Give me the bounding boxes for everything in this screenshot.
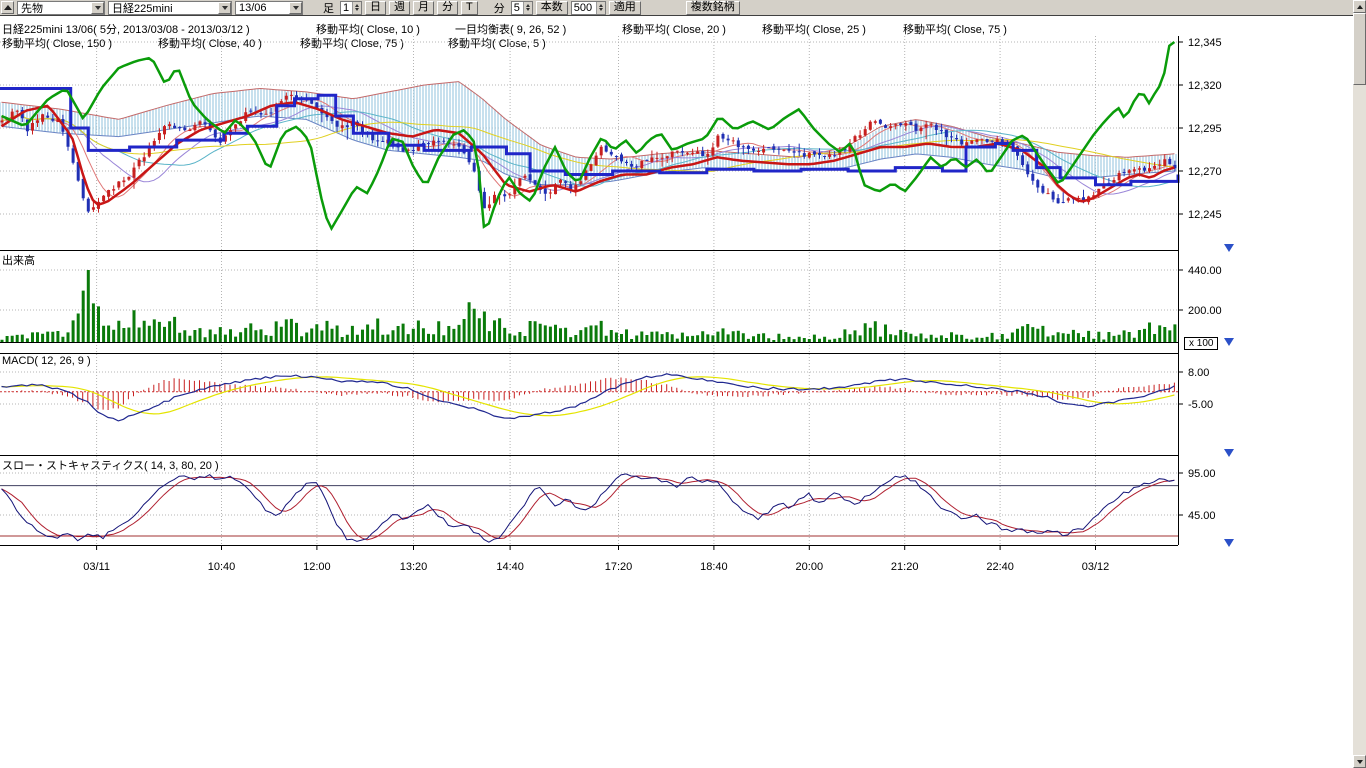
spinner-arrows-icon[interactable] [596,2,605,14]
bars-spinner[interactable]: 5 [511,1,533,15]
x-axis-label: 18:40 [700,561,728,573]
x-axis-label: 17:20 [605,561,633,573]
x-axis-label: 03/12 [1082,561,1110,573]
scroll-down-button[interactable] [1353,755,1366,768]
apply-button[interactable]: 適用 [609,1,641,15]
multi-symbol-button[interactable]: 複数銘柄 [686,1,740,15]
arrow-down-icon [1357,760,1363,764]
grip-button[interactable] [1,1,14,14]
apply-count-value: 500 [572,2,596,14]
chevron-down-icon [218,2,231,14]
y-axis-label: 12,295 [1188,123,1222,135]
x-axis-label: 22:40 [986,561,1014,573]
symbol-value: 日経225mini [112,0,173,16]
period-month-button[interactable]: 月 [413,1,434,15]
chart-area[interactable]: 12,345 12,320 12,295 12,270 12,245 440.00 200.… [0,0,1366,580]
contract-month-value: 13/06 [239,2,267,14]
y-axis-label: 45.00 [1188,510,1216,522]
x-axis-label: 21:20 [891,561,919,573]
stoch-pane-toggle-icon[interactable] [1224,539,1234,547]
green-ma-line [2,42,1175,229]
macd-line [2,374,1175,421]
y-axis-label: 12,270 [1188,166,1222,178]
volume-bars [2,270,1175,342]
bar-type-label: 足 [320,0,337,16]
y-axis-label: 440.00 [1188,265,1222,277]
period-day-button[interactable]: 日 [365,1,386,15]
volume-scale-badge: x 100 [1184,337,1218,350]
y-axis-label: 12,245 [1188,209,1222,221]
x-axis-label: 13:20 [400,561,428,573]
bars-count-button[interactable]: 本数 [536,1,568,15]
apply-count-spinner[interactable]: 500 [571,1,606,15]
y-axis-label: 12,345 [1188,37,1222,49]
x-axis-label: 03/11 [83,561,110,573]
symbol-dropdown[interactable]: 日経225mini [108,1,232,15]
scrollbar-thumb[interactable] [1353,13,1366,85]
chevron-down-icon [91,2,104,14]
triangle-up-icon [4,5,12,10]
vertical-scrollbar[interactable] [1353,0,1366,768]
interval-spinner[interactable]: 1 [340,1,362,15]
period-week-button[interactable]: 週 [389,1,410,15]
instrument-type-value: 先物 [21,0,43,16]
bars-value: 5 [512,2,523,14]
contract-month-dropdown[interactable]: 13/06 [235,1,303,15]
y-axis-label: 95.00 [1188,468,1216,480]
y-axis-label: 12,320 [1188,80,1222,92]
volume-pane-toggle-icon[interactable] [1224,338,1234,346]
unit-label: 分 [491,0,508,16]
y-axis-label: -5.00 [1188,399,1213,411]
macd-pane-toggle-icon[interactable] [1224,449,1234,457]
spinner-arrows-icon[interactable] [523,2,532,14]
y-axis-label: 8.00 [1188,367,1209,379]
x-axis-label: 20:00 [796,561,824,573]
spinner-arrows-icon[interactable] [352,2,361,14]
period-minute-button[interactable]: 分 [437,1,458,15]
x-axis-label: 12:00 [303,561,331,573]
chevron-down-icon [289,2,302,14]
arrow-up-icon [1357,5,1363,9]
period-tick-button[interactable]: T [461,1,478,15]
scroll-up-button[interactable] [1353,0,1366,13]
y-axis-label: 200.00 [1188,305,1222,317]
candles-up [1,95,1167,210]
toolbar: 先物 日経225mini 13/06 足 1 日 週 月 分 T 分 5 本数 … [0,0,1353,16]
instrument-type-dropdown[interactable]: 先物 [17,1,105,15]
x-axis-label: 14:40 [496,561,524,573]
macd-histogram [2,378,1175,411]
interval-value: 1 [341,2,352,14]
x-axis-label: 10:40 [208,561,236,573]
price-pane-toggle-icon[interactable] [1224,244,1234,252]
